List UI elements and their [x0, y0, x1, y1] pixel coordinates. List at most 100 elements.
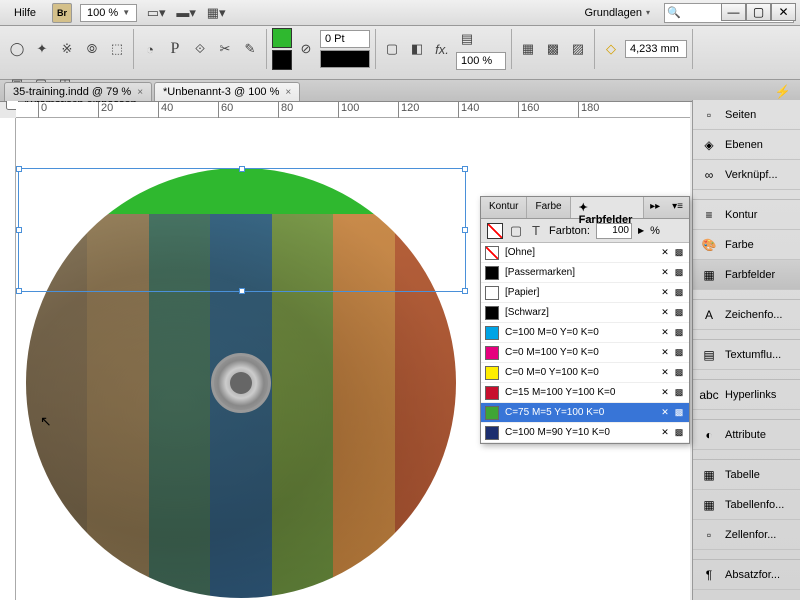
fx-icon[interactable]: fx.: [431, 38, 453, 60]
panel-item[interactable]: 🎨Farbe: [693, 230, 800, 260]
help-menu[interactable]: Hilfe: [6, 4, 44, 22]
tool-icon[interactable]: ▤: [456, 28, 478, 50]
panel-item[interactable]: ◐Attribute: [693, 420, 800, 450]
swatch-chip: [485, 326, 499, 340]
swatch-row[interactable]: [Schwarz]✕▩: [481, 303, 689, 323]
panel-item[interactable]: ▫Zellenfor...: [693, 520, 800, 550]
close-icon[interactable]: ×: [137, 87, 143, 98]
stroke-weight-input[interactable]: [320, 30, 370, 48]
text-icon[interactable]: T: [529, 224, 543, 238]
text-fill-icon[interactable]: ▢: [509, 224, 523, 238]
document-tab[interactable]: 35-training.indd @ 79 %×: [4, 82, 152, 101]
close-button[interactable]: ✕: [771, 3, 796, 21]
ruler-tick: 120: [398, 102, 419, 118]
resize-handle[interactable]: [16, 166, 22, 172]
resize-handle[interactable]: [239, 288, 245, 294]
tab-farbe[interactable]: Farbe: [527, 197, 570, 218]
vertical-ruler[interactable]: [0, 118, 16, 600]
panel-icon: ▫: [701, 107, 717, 123]
resize-handle[interactable]: [462, 227, 468, 233]
tab-farbfelder[interactable]: ✦ Farbfelder: [571, 197, 645, 218]
tool-icon[interactable]: ✦: [31, 38, 53, 60]
panel-item[interactable]: abcHyperlinks: [693, 380, 800, 410]
swatch-row[interactable]: C=100 M=90 Y=10 K=0✕▩: [481, 423, 689, 443]
swatch-row[interactable]: [Papier]✕▩: [481, 283, 689, 303]
swatch-row[interactable]: [Passermarken]✕▩: [481, 263, 689, 283]
horizontal-ruler[interactable]: 0 20 40 60 80 100 120 140 160 180: [16, 102, 690, 118]
colormode-icon: ▩: [673, 307, 685, 319]
type-tool-icon[interactable]: P: [164, 38, 186, 60]
panel-expand-icon[interactable]: ▸▸: [644, 197, 666, 218]
panel-item[interactable]: AZeichenfo...: [693, 300, 800, 330]
panel-item[interactable]: ¶Absatzfor...: [693, 560, 800, 590]
tool-icon[interactable]: ✂: [214, 38, 236, 60]
panel-icon: ▤: [701, 347, 717, 363]
zoom-value: 100 %: [87, 7, 118, 19]
panel-item[interactable]: ▤Textumflu...: [693, 340, 800, 370]
effects-icon[interactable]: ▢: [381, 38, 403, 60]
document-tab-bar: 35-training.indd @ 79 %× *Unbenannt-3 @ …: [0, 80, 800, 102]
opacity-icon[interactable]: ◧: [406, 38, 428, 60]
minimize-button[interactable]: —: [721, 3, 746, 21]
panel-item[interactable]: ≡Kontur: [693, 200, 800, 230]
selection-frame[interactable]: [18, 168, 466, 292]
swatch-row[interactable]: C=0 M=100 Y=0 K=0✕▩: [481, 343, 689, 363]
corner-icon[interactable]: ◇: [600, 38, 622, 60]
fill-indicator[interactable]: [487, 223, 503, 239]
tool-icon[interactable]: ⬚: [106, 38, 128, 60]
tool-icon[interactable]: ✎: [239, 38, 261, 60]
tool-icon[interactable]: ◯: [6, 38, 28, 60]
panel-label: Ebenen: [725, 139, 763, 151]
screen-mode-icon[interactable]: ▬▾: [175, 2, 197, 24]
workspace-dropdown[interactable]: Grundlagen ▾: [578, 5, 656, 21]
tab-kontur[interactable]: Kontur: [481, 197, 527, 218]
swatch-row[interactable]: [Ohne]✕▩: [481, 243, 689, 263]
text-wrap-icon[interactable]: ▩: [542, 38, 564, 60]
text-wrap-icon[interactable]: ▨: [567, 38, 589, 60]
text-wrap-icon[interactable]: ▦: [517, 38, 539, 60]
panel-item[interactable]: ▫Seiten: [693, 100, 800, 130]
tint-input[interactable]: [596, 223, 632, 239]
document-tab[interactable]: *Unbenannt-3 @ 100 %×: [154, 82, 300, 101]
resize-handle[interactable]: [462, 288, 468, 294]
panel-separator: [693, 370, 800, 380]
resize-handle[interactable]: [462, 166, 468, 172]
arrange-icon[interactable]: ▦▾: [205, 2, 227, 24]
view-options-icon[interactable]: ▭▾: [145, 2, 167, 24]
width-input[interactable]: [625, 40, 687, 58]
resize-handle[interactable]: [16, 227, 22, 233]
tool-icon[interactable]: ◔: [139, 38, 161, 60]
panel-item[interactable]: ▦Tabellenfo...: [693, 490, 800, 520]
stroke-swatch[interactable]: [272, 50, 292, 70]
tool-icon[interactable]: ⟐: [189, 38, 211, 60]
panel-item[interactable]: ▦Tabelle: [693, 460, 800, 490]
zoom-dropdown[interactable]: 100 %▼: [80, 4, 137, 22]
panel-item[interactable]: ▦Farbfelder: [693, 260, 800, 290]
lock-icon: ✕: [659, 287, 671, 299]
tool-icon[interactable]: ※: [56, 38, 78, 60]
swatch-row[interactable]: C=15 M=100 Y=100 K=0✕▩: [481, 383, 689, 403]
colormode-icon: ▩: [673, 327, 685, 339]
panel-item[interactable]: ∞Verknüpf...: [693, 160, 800, 190]
resize-handle[interactable]: [239, 166, 245, 172]
close-icon[interactable]: ×: [285, 87, 291, 98]
panel-label: Zellenfor...: [725, 529, 776, 541]
tool-icon[interactable]: ⦾: [81, 38, 103, 60]
panel-tab-bar: Kontur Farbe ✦ Farbfelder ▸▸ ▾≡: [481, 197, 689, 219]
panel-label: Tabelle: [725, 469, 760, 481]
fill-stroke-swatches[interactable]: [272, 28, 292, 70]
tool-icon[interactable]: ⊘: [295, 38, 317, 60]
panel-item[interactable]: ◈Ebenen: [693, 130, 800, 160]
fill-swatch[interactable]: [272, 28, 292, 48]
swatch-row[interactable]: C=0 M=0 Y=100 K=0✕▩: [481, 363, 689, 383]
tint-arrow-icon[interactable]: ▶: [638, 226, 644, 235]
scale-input[interactable]: [456, 52, 506, 70]
maximize-button[interactable]: ▢: [746, 3, 771, 21]
bridge-button[interactable]: Br: [52, 3, 72, 23]
stroke-style-dropdown[interactable]: [320, 50, 370, 68]
panel-menu-icon[interactable]: ▾≡: [666, 197, 689, 218]
panel-icon: ∞: [701, 167, 717, 183]
resize-handle[interactable]: [16, 288, 22, 294]
swatch-row[interactable]: C=100 M=0 Y=0 K=0✕▩: [481, 323, 689, 343]
swatch-row[interactable]: C=75 M=5 Y=100 K=0✕▩: [481, 403, 689, 423]
